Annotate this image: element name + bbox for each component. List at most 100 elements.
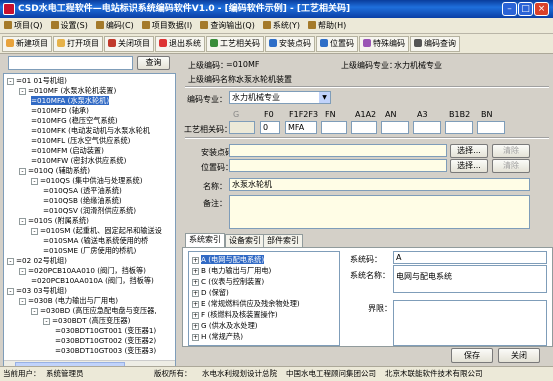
tree-node[interactable]: - =030BD (高压应急配电盘与变压器, <box>31 306 157 316</box>
close-button[interactable]: 关闭 <box>498 348 540 363</box>
tree-node[interactable]: - =010SM (起重机、固定起吊和输送设 <box>31 226 162 236</box>
tree-node[interactable]: - =02 02号机组) <box>7 256 67 266</box>
system-code-field[interactable]: A <box>393 251 547 264</box>
name-field[interactable]: 水泵水轮机 <box>229 178 530 191</box>
toolbar-button-install-point[interactable]: 安装点码 <box>265 36 315 52</box>
tree-node[interactable]: =030BDT10GT003 (变压器3) <box>55 346 156 356</box>
install-code-field[interactable] <box>229 144 447 157</box>
system-tree-node[interactable]: + D (保留) <box>192 288 229 298</box>
tree-node[interactable]: =010QSV (润滑剂供应系统) <box>43 206 136 216</box>
tree-node[interactable]: - =010Q (辅助系统) <box>19 166 90 176</box>
collapse-icon[interactable]: - <box>19 268 26 275</box>
tree-node[interactable]: - =010MF (水泵水轮机装置) <box>19 86 116 96</box>
system-tree-node[interactable]: + F (核燃料及核装置操作) <box>192 310 278 320</box>
expand-icon[interactable]: + <box>192 323 199 330</box>
collapse-icon[interactable]: - <box>19 298 26 305</box>
tree-node[interactable]: =030BDT10GT002 (变压器2) <box>55 336 156 346</box>
collapse-icon[interactable]: - <box>19 218 26 225</box>
collapse-icon[interactable]: - <box>31 228 38 235</box>
tree-node[interactable]: - =010QS (集中供油与处理系统) <box>31 176 143 186</box>
code-segment-field[interactable] <box>445 121 473 134</box>
tree-node[interactable]: =010SMA (输送电系统使用的桥 <box>43 236 148 246</box>
code-segment-field[interactable] <box>351 121 377 134</box>
toolbar-button-exit[interactable]: 退出系统 <box>155 36 205 52</box>
specialty-select[interactable]: 水力机械专业 ▼ <box>229 91 331 104</box>
menu-help[interactable]: 帮助(H) <box>304 18 350 34</box>
tree-node[interactable]: =010MFL (压水空气供应系统) <box>31 136 130 146</box>
menu-settings[interactable]: 设置(S) <box>47 18 92 34</box>
collapse-icon[interactable]: - <box>7 288 14 295</box>
collapse-icon[interactable]: - <box>19 168 26 175</box>
tree-node[interactable]: =030BDT10GT001 (变压器1) <box>55 326 156 336</box>
minimize-button[interactable]: – <box>502 2 517 16</box>
collapse-icon[interactable]: - <box>31 308 38 315</box>
tree-node[interactable]: - =010S (附属系统) <box>19 216 89 226</box>
toolbar-button-special-code[interactable]: 特殊编码 <box>359 36 409 52</box>
tab-device-index[interactable]: 设备索引 <box>225 234 265 247</box>
code-segment-field[interactable] <box>321 121 347 134</box>
code-segment-field[interactable]: MFA <box>285 121 317 134</box>
toolbar-button-code-query[interactable]: 编码查询 <box>410 36 460 52</box>
toolbar-button-new-project[interactable]: 新建项目 <box>2 36 52 52</box>
tree-node[interactable]: =020PCB10AA010A (阀门，挡板等) <box>31 276 154 286</box>
system-tree-node[interactable]: + B (电力输出与厂用电) <box>192 266 271 276</box>
code-segment-field[interactable] <box>381 121 409 134</box>
expand-icon[interactable]: + <box>192 334 199 341</box>
menu-project[interactable]: 项目(Q) <box>0 18 47 34</box>
code-segment-field[interactable]: 0 <box>260 121 280 134</box>
expand-icon[interactable]: + <box>192 301 199 308</box>
code-segment-field[interactable] <box>413 121 441 134</box>
system-tree-node[interactable]: + C (仪表与控制装置) <box>192 277 264 287</box>
expand-icon[interactable]: + <box>192 290 199 297</box>
collapse-icon[interactable]: - <box>31 178 38 185</box>
expand-icon[interactable]: + <box>192 312 199 319</box>
system-tree-node[interactable]: + A (电网与配电系统) <box>192 255 265 265</box>
toolbar-button-open-project[interactable]: 打开项目 <box>53 36 103 52</box>
collapse-icon[interactable]: - <box>7 258 14 265</box>
tree-node[interactable]: =010QSB (绝缘油系统) <box>43 196 122 206</box>
system-name-field[interactable]: 电网与配电系统 <box>393 265 547 293</box>
toolbar-button-close-project[interactable]: 关闭项目 <box>104 36 154 52</box>
system-tree-node[interactable]: + E (常规燃料供应及残余物处理) <box>192 299 300 309</box>
menu-project-data[interactable]: 项目数据(I) <box>138 18 197 34</box>
expand-icon[interactable]: + <box>192 257 199 264</box>
tree-node[interactable]: =010MFK (电动发动机与水泵水轮机 <box>31 126 150 136</box>
install-select-button[interactable]: 选择... <box>450 144 488 158</box>
menu-coding[interactable]: 编码(C) <box>92 18 138 34</box>
menu-system[interactable]: 系统(Y) <box>259 18 304 34</box>
collapse-icon[interactable]: - <box>7 78 14 85</box>
maximize-button[interactable]: □ <box>518 2 533 16</box>
tree-node[interactable]: =010MFD (轴承) <box>31 106 89 116</box>
search-input[interactable] <box>8 56 133 70</box>
tree-node[interactable]: =010MFW (密封水供应系统) <box>31 156 126 166</box>
tab-component-index[interactable]: 部件索引 <box>263 234 303 247</box>
tree-node[interactable]: - =01 01号机组) <box>7 76 67 86</box>
tab-system-index[interactable]: 系统索引 <box>185 233 225 247</box>
save-button[interactable]: 保存 <box>451 348 493 363</box>
tree-node[interactable]: =010SME (厂房使用的桥机) <box>43 246 136 256</box>
system-tree-node[interactable]: + G (供水及水处理) <box>192 321 258 331</box>
toolbar-button-process-code[interactable]: 工艺相关码 <box>206 36 264 52</box>
system-index-tree[interactable]: + A (电网与配电系统) + B (电力输出与厂用电) + C (仪表与控制装置) + D … <box>188 251 340 346</box>
tree-node[interactable]: - =03 03号机组) <box>7 286 67 296</box>
tree-node[interactable]: =010MFM (启动装置) <box>31 146 104 156</box>
system-tree-node[interactable]: + H (常规产热) <box>192 332 243 342</box>
boundary-field[interactable] <box>393 300 547 346</box>
code-segment-field[interactable] <box>477 121 505 134</box>
close-window-button[interactable]: × <box>534 2 549 16</box>
tree-node[interactable]: =010MFA (水泵水轮机) <box>31 96 110 106</box>
location-clear-button[interactable]: 清除 <box>492 159 530 173</box>
location-select-button[interactable]: 选择... <box>450 159 488 173</box>
expand-icon[interactable]: + <box>192 279 199 286</box>
remark-field[interactable] <box>229 195 530 229</box>
search-button[interactable]: 查询 <box>137 56 170 70</box>
collapse-icon[interactable]: - <box>43 318 50 325</box>
expand-icon[interactable]: + <box>192 268 199 275</box>
install-clear-button[interactable]: 清除 <box>492 144 530 158</box>
menu-query-output[interactable]: 查询输出(Q) <box>196 18 259 34</box>
tree-node[interactable]: - =020PCB10AA010 (阀门，挡板等) <box>19 266 146 276</box>
tree-node[interactable]: - =030BDT (高压变压器) <box>43 316 130 326</box>
collapse-icon[interactable]: - <box>19 88 26 95</box>
toolbar-button-location-code[interactable]: 位置码 <box>316 36 358 52</box>
tree-node[interactable]: =010QSA (透平油系统) <box>43 186 122 196</box>
